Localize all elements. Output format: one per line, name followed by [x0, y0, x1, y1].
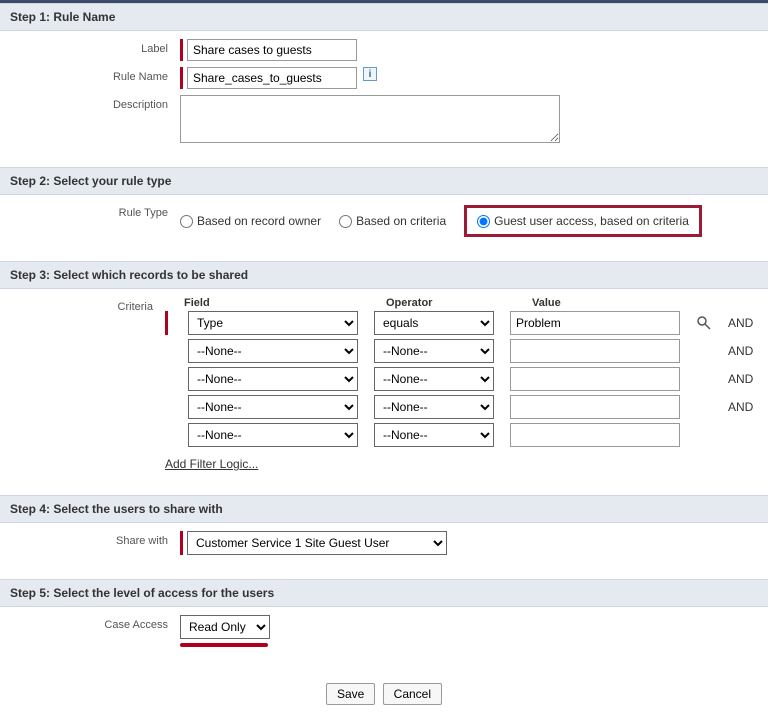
radio-guest-access-input[interactable] — [477, 215, 490, 228]
criteria-value-input[interactable] — [510, 311, 680, 335]
share-with-select[interactable]: Customer Service 1 Site Guest User — [187, 531, 447, 555]
criteria-field-select[interactable]: --None-- — [188, 367, 358, 391]
criteria-header-field: Field — [184, 297, 354, 309]
criteria-field-select[interactable]: --None-- — [188, 339, 358, 363]
cancel-button[interactable]: Cancel — [383, 683, 442, 705]
rule-name-input[interactable] — [187, 67, 357, 89]
step3-header: Step 3: Select which records to be share… — [0, 261, 768, 289]
case-access-label: Case Access — [10, 615, 180, 631]
criteria-operator-select[interactable]: --None-- — [374, 395, 494, 419]
lookup-icon[interactable] — [696, 315, 712, 331]
radio-criteria-input[interactable] — [339, 215, 352, 228]
radio-record-owner[interactable]: Based on record owner — [180, 214, 321, 228]
step4-body: Share with Customer Service 1 Site Guest… — [0, 523, 768, 579]
criteria-header-row: Field Operator Value — [165, 297, 758, 309]
button-row: Save Cancel — [0, 671, 768, 723]
radio-criteria-label: Based on criteria — [356, 214, 446, 228]
criteria-field-select[interactable]: --None-- — [188, 423, 358, 447]
case-access-select[interactable]: Read Only — [180, 615, 270, 639]
add-filter-logic-link[interactable]: Add Filter Logic... — [165, 457, 258, 471]
criteria-operator-select[interactable]: --None-- — [374, 339, 494, 363]
step1-body: Label Rule Name i Description — [0, 31, 768, 167]
and-label: AND — [728, 344, 758, 358]
radio-record-owner-label: Based on record owner — [197, 214, 321, 228]
step5-body: Case Access Read Only — [0, 607, 768, 671]
step4-header: Step 4: Select the users to share with — [0, 495, 768, 523]
criteria-operator-select[interactable]: equals — [374, 311, 494, 335]
and-label: AND — [728, 400, 758, 414]
criteria-label: Criteria — [10, 297, 165, 313]
and-label: AND — [728, 316, 758, 330]
criteria-field-select[interactable]: Type — [188, 311, 358, 335]
criteria-row: --None-- --None-- AND — [165, 395, 758, 419]
required-indicator — [180, 67, 183, 89]
criteria-value-input[interactable] — [510, 423, 680, 447]
radio-guest-access-label: Guest user access, based on criteria — [494, 214, 689, 228]
rule-type-radio-group: Based on record owner Based on criteria … — [180, 203, 702, 237]
step5-header: Step 5: Select the level of access for t… — [0, 579, 768, 607]
criteria-row: --None----None--AND — [165, 423, 758, 447]
criteria-table: TypeequalsAND--None----None--AND--None--… — [165, 311, 758, 447]
label-label: Label — [10, 39, 180, 55]
step1-header: Step 1: Rule Name — [0, 3, 768, 31]
criteria-row: Type equals AND — [165, 311, 758, 335]
required-indicator — [180, 531, 183, 555]
step2-header: Step 2: Select your rule type — [0, 167, 768, 195]
label-input[interactable] — [187, 39, 357, 61]
radio-criteria[interactable]: Based on criteria — [339, 214, 446, 228]
required-indicator — [180, 39, 183, 61]
required-indicator — [165, 311, 168, 335]
share-with-label: Share with — [10, 531, 180, 547]
radio-guest-access[interactable]: Guest user access, based on criteria — [464, 205, 702, 237]
criteria-row: --None-- --None-- AND — [165, 339, 758, 363]
rule-type-label: Rule Type — [10, 203, 180, 219]
and-label: AND — [728, 372, 758, 386]
step3-body: Criteria Field Operator Value Type equals… — [0, 289, 768, 495]
rule-name-label: Rule Name — [10, 67, 180, 83]
radio-record-owner-input[interactable] — [180, 215, 193, 228]
step2-body: Rule Type Based on record owner Based on… — [0, 195, 768, 261]
criteria-value-input[interactable] — [510, 395, 680, 419]
info-icon[interactable]: i — [363, 67, 377, 81]
criteria-header-operator: Operator — [386, 297, 506, 309]
highlight-underline — [180, 643, 268, 647]
criteria-value-input[interactable] — [510, 367, 680, 391]
description-label: Description — [10, 95, 180, 111]
save-button[interactable]: Save — [326, 683, 375, 705]
description-textarea[interactable] — [180, 95, 560, 143]
criteria-field-select[interactable]: --None-- — [188, 395, 358, 419]
page: Step 1: Rule Name Label Rule Name i Desc… — [0, 0, 768, 723]
criteria-operator-select[interactable]: --None-- — [374, 423, 494, 447]
criteria-operator-select[interactable]: --None-- — [374, 367, 494, 391]
criteria-value-input[interactable] — [510, 339, 680, 363]
criteria-row: --None-- --None-- AND — [165, 367, 758, 391]
criteria-header-value: Value — [532, 297, 702, 309]
